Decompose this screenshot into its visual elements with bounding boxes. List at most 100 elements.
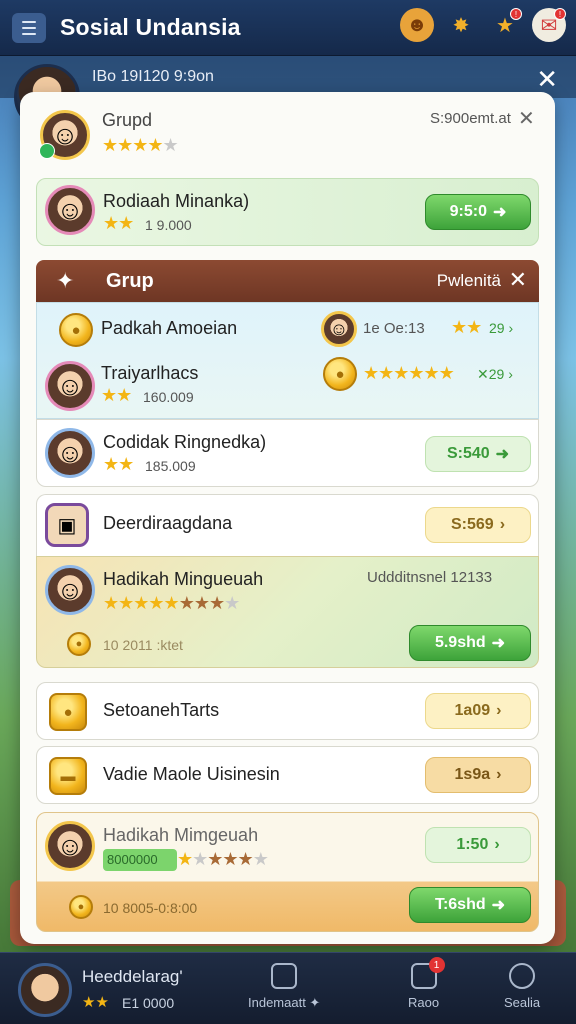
- top-bar: Sosial Undansia ☻ ✸ ★! ✉!: [0, 0, 576, 56]
- featured-name-2: Hadikah Mimgeuah: [103, 825, 259, 845]
- item-button[interactable]: S:569 ›: [425, 507, 531, 543]
- item-card-2[interactable]: ● SetoanehTarts 1a09 ›: [36, 682, 539, 740]
- leaderboard-value-1-text: 29: [489, 320, 505, 336]
- featured-progress-label: 8000000: [103, 849, 177, 871]
- friend-card-2[interactable]: ☺ Codidak Ringnedka) ★★ 185.009 S:540 ➜: [36, 419, 539, 487]
- group-header-title: Grup: [106, 270, 154, 292]
- chest-icon: ▣: [45, 503, 89, 547]
- chevron-right-icon-2: ›: [496, 702, 502, 719]
- group-right-text: S:900emt.at: [430, 110, 511, 127]
- featured-button-label: 5.9shd: [434, 634, 486, 651]
- item-name-3: Vadie Maole Uisinesin: [103, 764, 280, 784]
- arrow-right-icon-2: ➜: [495, 446, 510, 463]
- gold-bar-icon: ▬: [49, 757, 87, 795]
- friend-score: 1 9.000: [145, 217, 192, 233]
- featured-button-top-label: 1:50: [456, 836, 489, 853]
- friend-score-2: 185.009: [145, 458, 196, 474]
- leaderboard-stars-2: ★★: [101, 385, 132, 405]
- coin-icon-5: ●: [69, 895, 93, 919]
- coin-icon-2: ●: [323, 357, 357, 391]
- friend-avatar-2: ☺: [45, 428, 95, 478]
- item-card[interactable]: ▣ Deerdiraagdana S:569 ›: [36, 494, 539, 556]
- arrow-right-icon: ➜: [492, 204, 507, 221]
- bottom-bar: Heeddelarag' ★★ E1 0000 Indemaatt ✦ 1 Ra…: [0, 952, 576, 1024]
- group-title: Grupd: [102, 110, 153, 130]
- featured-info-2: 10 8005-0:8:00: [103, 900, 198, 916]
- chevron-right-icon: ›: [499, 516, 506, 533]
- friend-action-button-2[interactable]: S:540 ➜: [425, 436, 531, 472]
- tab-home[interactable]: Indemaatt ✦: [248, 963, 320, 1011]
- item-button-3[interactable]: 1s9a ›: [425, 757, 531, 793]
- featured-name: Hadikah Mingueuah: [103, 569, 264, 589]
- user-name: Heeddelarag': [82, 967, 183, 986]
- featured-button-2[interactable]: T:6shd ➜: [409, 887, 531, 923]
- group-avatar: ☺: [39, 110, 90, 160]
- featured-button-top[interactable]: 1:50 ›: [425, 827, 531, 863]
- star-badge-icon[interactable]: ★!: [488, 8, 522, 42]
- featured-avatar: ☺: [45, 565, 95, 615]
- leaderboard-mid-1: 1e Oe:13: [363, 320, 425, 337]
- item-button-2[interactable]: 1a09 ›: [425, 693, 531, 729]
- featured-card-2[interactable]: ☺ Hadikah Mimgeuah 8000000 ★★★★★★ 1:50 › …: [36, 812, 539, 932]
- messages-badge: 1: [428, 957, 445, 973]
- coin-icon: ●: [59, 313, 93, 347]
- featured-card[interactable]: ☺ Hadikah Mingueuah Uddditnsnel 12133 ★★…: [36, 556, 539, 668]
- friend-stars-2: ★★: [103, 454, 134, 474]
- featured-stars: ★★★★★★★★★: [103, 593, 240, 613]
- person-icon: [509, 963, 536, 989]
- friends-dialog: ☺ Grupd ★★★★★ S:900emt.at ✕ ☺ Rodiaah Mi…: [20, 92, 555, 944]
- tab-social-label: Sealia: [504, 995, 541, 1010]
- chevron-right-icon-4: ›: [494, 836, 500, 853]
- leaderboard-sub-2: 160.009: [143, 389, 194, 405]
- header-close-icon[interactable]: ✕: [509, 267, 527, 293]
- tab-social[interactable]: Sealia: [504, 963, 540, 1010]
- group-header: ✦ Grup Pwlenitä ✕: [36, 260, 539, 302]
- featured-stars-2: ★★★★★★: [177, 849, 269, 869]
- coin-icon-4: ●: [49, 693, 87, 731]
- leaderboard-panel: ● Padkah Amoeian ☺ 1e Oe:13 ★★ 29 › ☺ Tr…: [36, 302, 539, 419]
- tab-messages-label: Raoo: [408, 995, 440, 1010]
- friend-card[interactable]: ☺ Rodiaah Minanka) ★★ 1 9.000 9:5:0 ➜: [36, 178, 539, 246]
- user-stars: ★★: [82, 994, 109, 1011]
- featured-progress-text: 8000000: [107, 852, 158, 867]
- leaderboard-value-2: ✕29 ›: [477, 366, 513, 382]
- home-icon: [271, 963, 298, 989]
- friend-action-label: 9:5:0: [449, 203, 487, 220]
- friend-stars: ★★: [103, 213, 134, 233]
- item-button-label-2: 1a09: [454, 702, 491, 719]
- close-icon[interactable]: ✕: [518, 106, 535, 131]
- item-name-2: SetoanehTarts: [103, 700, 220, 720]
- friend-avatar: ☺: [45, 185, 95, 235]
- friend-action-button[interactable]: 9:5:0 ➜: [425, 194, 531, 230]
- tab-messages[interactable]: 1 Raoo: [408, 957, 445, 1010]
- sparkle-icon: ✦: [56, 268, 75, 293]
- trophy-icon[interactable]: ✸: [444, 8, 478, 42]
- leaderboard-stars-2b: ★★★★★★: [363, 363, 455, 383]
- background-close-icon[interactable]: ✕: [536, 64, 558, 95]
- menu-icon[interactable]: [12, 12, 46, 43]
- featured-info: 10 2011 :ktet: [103, 637, 183, 653]
- leaderboard-name-2: Traiyarlhacs: [101, 363, 199, 383]
- item-button-label: S:569: [450, 516, 494, 533]
- gift-badge-icon[interactable]: ✉!: [532, 8, 566, 42]
- friend-name: Rodiaah Minanka): [103, 191, 250, 211]
- item-card-3[interactable]: ▬ Vadie Maole Uisinesin 1s9a ›: [36, 746, 539, 804]
- face-icon[interactable]: ☻: [400, 8, 434, 42]
- coin-icon-3: ●: [67, 632, 91, 656]
- featured-button[interactable]: 5.9shd ➜: [409, 625, 531, 661]
- group-stars: ★★★★★: [102, 135, 179, 155]
- leaderboard-value-2-text: 29: [488, 366, 505, 382]
- leaderboard-value-1: 29 ›: [489, 320, 514, 336]
- user-avatar[interactable]: [18, 963, 72, 1017]
- item-name: Deerdiraagdana: [103, 513, 233, 533]
- app-title: Sosial Undansia: [60, 14, 241, 40]
- mail-icon: 1: [410, 957, 445, 989]
- friend-action-label-2: S:540: [446, 445, 490, 462]
- item-button-label-3: 1s9a: [454, 766, 491, 783]
- leaderboard-avatar-2: ☺: [45, 361, 95, 411]
- arrow-right-icon-4: ➜: [491, 897, 506, 914]
- chevron-right-icon-3: ›: [496, 766, 502, 783]
- group-header-right: Pwlenitä: [436, 271, 501, 290]
- featured-avatar-2: ☺: [45, 821, 95, 871]
- top-icons: ☻ ✸ ★! ✉!: [400, 8, 566, 42]
